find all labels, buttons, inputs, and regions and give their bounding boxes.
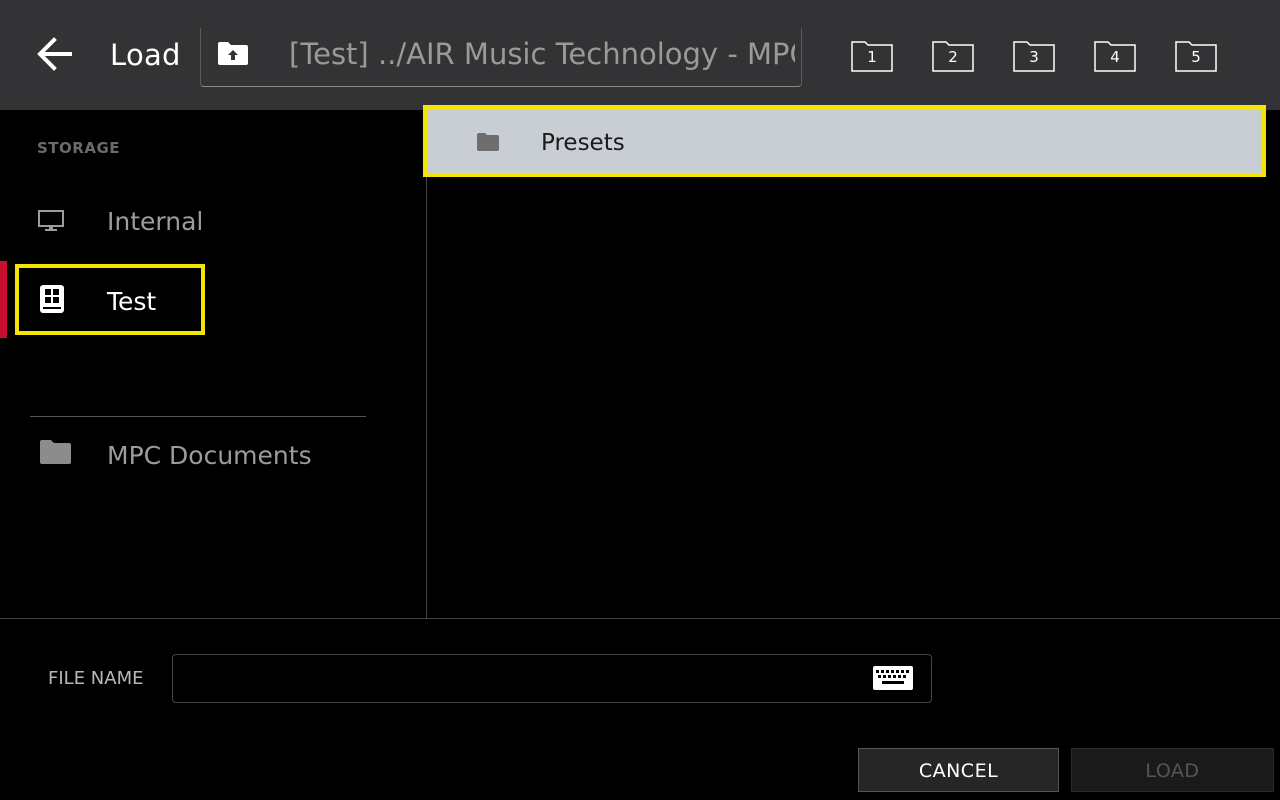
favorite-4-button[interactable]: 4	[1094, 40, 1136, 72]
monitor-icon	[38, 210, 64, 231]
parent-folder-button[interactable]	[217, 40, 249, 66]
sidebar-divider	[30, 416, 366, 417]
folder-icon	[477, 133, 499, 151]
sidebar-item-label: Test	[107, 287, 157, 316]
arrow-left-icon	[37, 37, 72, 71]
favorite-2-button[interactable]: 2	[932, 40, 974, 72]
favorite-3-button[interactable]: 3	[1013, 40, 1055, 72]
footer-divider	[0, 618, 1280, 619]
favorite-number: 2	[948, 48, 958, 66]
path-text: [Test] ../AIR Music Technology - MPC - .…	[289, 37, 795, 71]
favorite-5-button[interactable]: 5	[1175, 40, 1217, 72]
back-button[interactable]	[34, 34, 76, 76]
favorite-1-button[interactable]: 1	[851, 40, 893, 72]
keyboard-button[interactable]	[872, 665, 914, 691]
favorite-number: 4	[1110, 48, 1120, 66]
cancel-button[interactable]: CANCEL	[858, 748, 1059, 792]
favorite-number: 1	[867, 48, 877, 66]
file-name-input[interactable]	[172, 654, 932, 703]
path-field[interactable]: [Test] ../AIR Music Technology - MPC - .…	[200, 28, 802, 87]
panel-divider	[426, 110, 427, 618]
drive-icon	[40, 285, 64, 313]
storage-section-label: STORAGE	[37, 139, 121, 157]
load-button[interactable]: LOAD	[1071, 748, 1274, 792]
folder-up-icon	[218, 42, 248, 65]
page-title: Load	[110, 38, 181, 72]
sidebar-item-label: Internal	[107, 207, 204, 236]
sidebar-item-test[interactable]: Test	[0, 261, 426, 338]
folder-icon	[40, 440, 71, 464]
favorite-number: 3	[1029, 48, 1039, 66]
file-name-label: Presets	[541, 130, 625, 156]
favorite-number: 5	[1191, 48, 1201, 66]
selection-accent	[0, 261, 7, 338]
sidebar-item-label: MPC Documents	[107, 441, 312, 470]
sidebar-item-mpc-documents[interactable]: MPC Documents	[0, 418, 426, 494]
list-item[interactable]: Presets	[423, 105, 1266, 177]
file-name-label: FILE NAME	[48, 668, 144, 689]
header-bar: Load [Test] ../AIR Music Technology - MP…	[0, 0, 1280, 110]
keyboard-icon	[873, 666, 913, 690]
sidebar-item-internal[interactable]: Internal	[0, 184, 426, 260]
